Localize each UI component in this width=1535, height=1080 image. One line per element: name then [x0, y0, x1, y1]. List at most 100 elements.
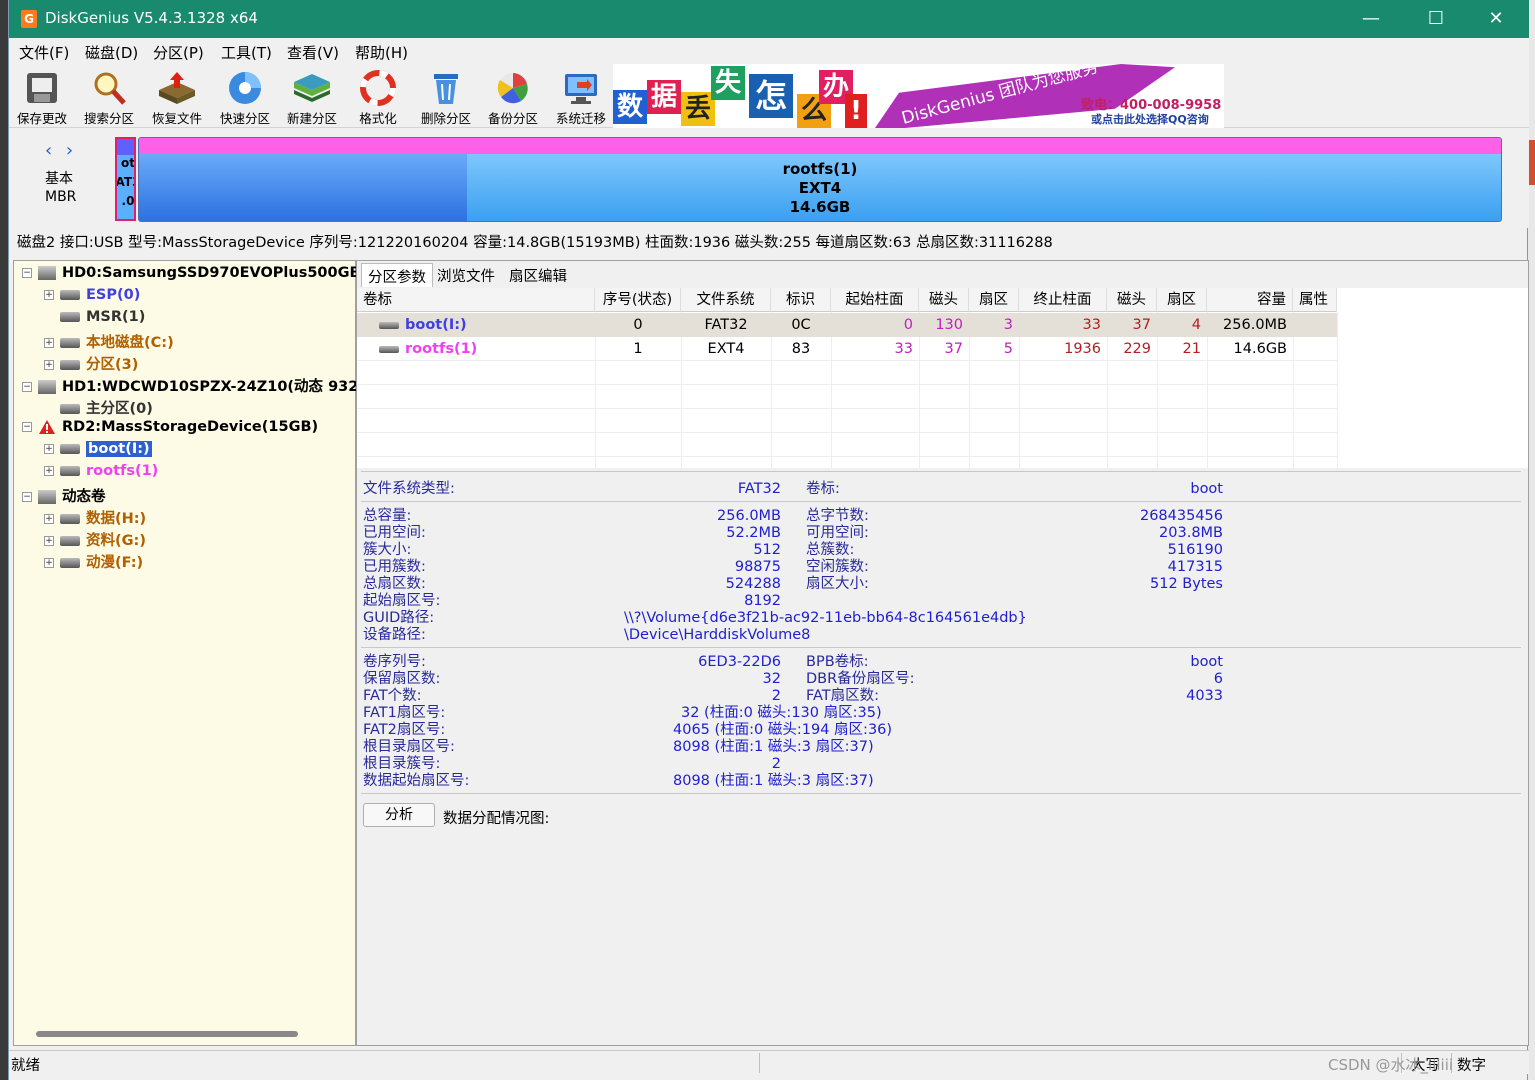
guid-path-label: GUID路径: [363, 610, 435, 626]
tree-hd1[interactable]: − HD1:WDCWD10SPZX-24Z10(动态 932( [22, 375, 365, 396]
data-distribution-label: 数据分配情况图: [443, 811, 550, 827]
tree-docs-g[interactable]: + 资料(G:) [44, 529, 146, 550]
analyze-button[interactable]: 分析 [363, 803, 435, 827]
cell-start-head: 130 [935, 317, 963, 333]
expand-icon[interactable]: + [44, 514, 54, 524]
system-migrate-button[interactable]: 系统迁移 [548, 66, 614, 126]
col-filesystem[interactable]: 文件系统 [681, 288, 771, 312]
disk-nav-arrows[interactable]: ‹ › [45, 140, 77, 161]
promo-banner[interactable]: 数 据 丢 失 怎 么 办 ! DiskGenius 团队为您服务 致电：400… [613, 64, 1224, 128]
table-row-rootfs[interactable]: rootfs(1) 1 EXT4 83 33 37 5 1936 229 21 … [357, 337, 1337, 361]
expand-icon[interactable]: + [44, 536, 54, 546]
menu-partition[interactable]: 分区(P) [153, 42, 204, 63]
filesystem-details: 文件系统类型: FAT32 卷标: boot 总容量: 256.0MB 已用空间… [357, 471, 1528, 1045]
tree-dynamic-volumes[interactable]: − 动态卷 [22, 485, 106, 506]
col-start-head[interactable]: 磁头 [919, 288, 969, 312]
collapse-icon[interactable]: − [22, 492, 32, 502]
col-capacity[interactable]: 容量 [1207, 288, 1293, 312]
expand-icon[interactable]: + [44, 444, 54, 454]
cell-end-sector: 21 [1182, 341, 1201, 357]
detail-value: 6 [1213, 671, 1223, 687]
backup-partition-button[interactable]: 备份分区 [480, 66, 546, 126]
tree-anime-f[interactable]: + 动漫(F:) [44, 551, 143, 572]
new-partition-button[interactable]: 新建分区 [279, 66, 345, 126]
collapse-icon[interactable]: − [22, 382, 32, 392]
cell-volume-text: rootfs(1) [405, 341, 478, 357]
title-bar: G DiskGenius V5.4.3.1328 x64 — ☐ ✕ [9, 0, 1529, 38]
tree-esp[interactable]: + ESP(0) [44, 287, 140, 303]
tree-hd0[interactable]: − HD0:SamsungSSD970EVOPlus500GB(4 [22, 265, 377, 281]
table-row-boot[interactable]: boot(I:) 0 FAT32 0C 0 130 3 33 37 4 256.… [357, 313, 1337, 337]
tree-partition-3[interactable]: + 分区(3) [44, 353, 138, 374]
tree-local-c[interactable]: + 本地磁盘(C:) [44, 331, 174, 352]
expand-icon[interactable]: + [44, 558, 54, 568]
detail-label: 可用空间: [806, 525, 869, 541]
cell-end-sector: 4 [1191, 317, 1201, 333]
tree-primary-0[interactable]: 主分区(0) [44, 397, 153, 418]
disk-info-line: 磁盘2 接口:USB 型号:MassStorageDevice 序列号:1212… [17, 235, 1053, 251]
detail-value: 8192 [744, 593, 781, 609]
maximize-button[interactable]: ☐ [1407, 0, 1465, 38]
banner-qq-link[interactable]: 或点击此处选择QQ咨询 [1091, 111, 1209, 127]
col-id[interactable]: 标识 [771, 288, 831, 312]
boot-block-text: AT3 [115, 175, 134, 189]
boot-block-text: .0 [121, 194, 135, 208]
col-start-cylinder[interactable]: 起始柱面 [831, 288, 919, 312]
menu-help[interactable]: 帮助(H) [355, 42, 408, 63]
tab-partition-params[interactable]: 分区参数 [361, 263, 433, 287]
col-end-sector[interactable]: 扇区 [1157, 288, 1207, 312]
diskgenius-window: G DiskGenius V5.4.3.1328 x64 — ☐ ✕ 文件(F)… [8, 0, 1529, 1080]
tree-boot-i[interactable]: + boot(I:) [44, 441, 152, 457]
delete-partition-button[interactable]: 删除分区 [413, 66, 479, 126]
menu-tools[interactable]: 工具(T) [221, 42, 272, 63]
horizontal-scrollbar[interactable] [36, 1031, 298, 1037]
detail-value: 98875 [734, 559, 781, 575]
tab-sector-edit[interactable]: 扇区编辑 [503, 263, 573, 287]
expand-icon[interactable]: + [44, 466, 54, 476]
detail-label: 已用空间: [363, 525, 426, 541]
banner-char: 数 [613, 90, 647, 124]
menu-disk[interactable]: 磁盘(D) [85, 42, 138, 63]
col-volume-label[interactable]: 卷标 [357, 288, 595, 312]
col-start-sector[interactable]: 扇区 [969, 288, 1019, 312]
close-button[interactable]: ✕ [1467, 0, 1525, 38]
collapse-icon[interactable]: − [22, 422, 32, 432]
cell-id: 0C [791, 317, 811, 333]
col-attributes[interactable]: 属性 [1293, 288, 1337, 312]
collapse-icon[interactable]: − [22, 268, 32, 278]
tree-boot-i-label: boot(I:) [86, 441, 152, 457]
cell-start-sector: 5 [1003, 341, 1013, 357]
tree-msr[interactable]: MSR(1) [44, 309, 145, 325]
partition-scheme-label: MBR [45, 189, 77, 205]
col-end-cylinder[interactable]: 终止柱面 [1019, 288, 1107, 312]
recover-files-button[interactable]: 恢复文件 [144, 66, 210, 126]
tree-rd2[interactable]: − RD2:MassStorageDevice(15GB) [22, 419, 318, 435]
save-changes-button[interactable]: 保存更改 [9, 66, 75, 126]
tree-data-h[interactable]: + 数据(H:) [44, 507, 146, 528]
expand-icon[interactable]: + [44, 338, 54, 348]
detail-label: 根目录扇区号: [363, 739, 455, 755]
tree-rootfs-1[interactable]: + rootfs(1) [44, 463, 158, 479]
expand-icon[interactable]: + [44, 360, 54, 370]
recover-files-label: 恢复文件 [151, 111, 202, 126]
menu-view[interactable]: 查看(V) [287, 42, 339, 63]
disk-map-boot-partition[interactable]: ot AT3 .0 [115, 137, 136, 221]
window-title: DiskGenius V5.4.3.1328 x64 [45, 9, 258, 27]
quick-partition-button[interactable]: 快速分区 [212, 66, 278, 126]
format-button[interactable]: 格式化 [345, 66, 411, 126]
tab-browse-files[interactable]: 浏览文件 [431, 263, 501, 287]
detail-value: 516190 [1167, 542, 1223, 558]
search-partition-button[interactable]: 搜索分区 [76, 66, 142, 126]
expand-icon[interactable]: + [44, 290, 54, 300]
rootfs-fs: EXT4 [798, 179, 842, 197]
tree-esp-label: ESP(0) [86, 287, 141, 303]
col-end-head[interactable]: 磁头 [1107, 288, 1157, 312]
cell-fs: FAT32 [704, 317, 748, 333]
disk-map-rootfs-partition[interactable]: rootfs(1) EXT4 14.6GB [138, 137, 1502, 222]
menu-file[interactable]: 文件(F) [19, 42, 69, 63]
cell-end-head: 37 [1132, 317, 1151, 333]
detail-value: 512 [753, 542, 781, 558]
partition-icon [60, 338, 80, 348]
minimize-button[interactable]: — [1342, 0, 1400, 38]
col-index[interactable]: 序号(状态) [595, 288, 681, 312]
